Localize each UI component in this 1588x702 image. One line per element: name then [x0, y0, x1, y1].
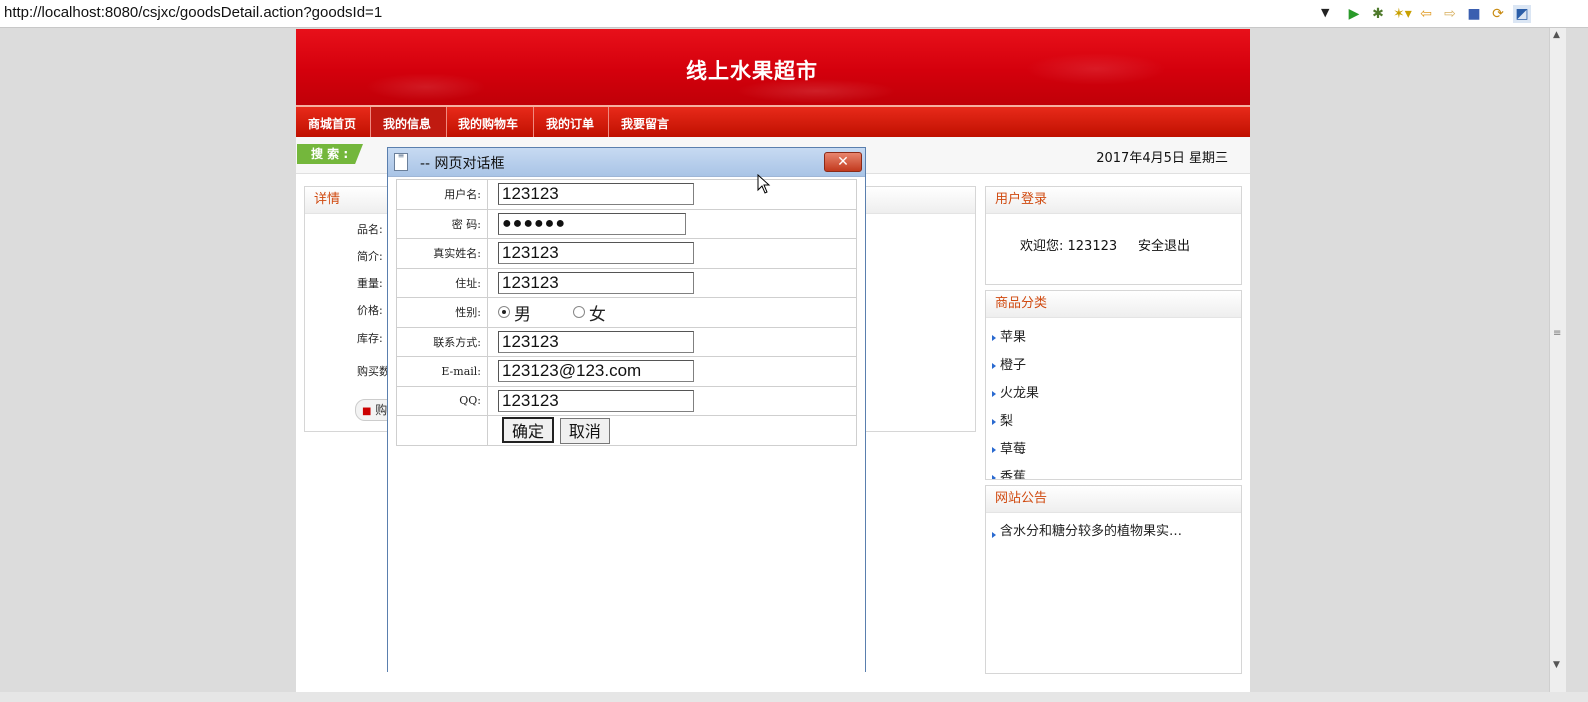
user-info-form: 用户名: 密 码: 真实姓名: 住址: 性别: 男 女: [396, 179, 857, 446]
perspective-icon[interactable]: ◩: [1513, 5, 1531, 23]
password-label: 密 码:: [396, 208, 488, 239]
url-dropdown-icon[interactable]: ▼: [1321, 6, 1329, 19]
back-icon[interactable]: ⇦: [1417, 5, 1435, 23]
sync-icon[interactable]: ⟳: [1489, 5, 1507, 23]
notice-list: 含水分和糖分较多的植物果实…: [986, 521, 1241, 543]
gender-male-radio[interactable]: [498, 306, 510, 319]
logout-link[interactable]: 安全退出: [1138, 235, 1190, 254]
buy-button-label: 购: [375, 403, 388, 417]
categories-panel: 商品分类 苹果 橙子 火龙果 梨 草莓 香蕉: [985, 290, 1242, 480]
gender-male-label: 男: [514, 304, 531, 325]
category-item[interactable]: 橙子: [986, 352, 1241, 380]
site-banner: 线上水果超市: [296, 29, 1250, 105]
realname-label: 真实姓名:: [396, 238, 488, 269]
qq-label: QQ:: [396, 385, 488, 416]
email-label: E-mail:: [396, 356, 488, 387]
qq-input[interactable]: [498, 389, 694, 412]
buttons-label-cell: [396, 415, 488, 446]
site-title: 线上水果超市: [686, 59, 818, 83]
category-item[interactable]: 梨: [986, 408, 1241, 436]
nav-my-cart[interactable]: 我的购物车: [458, 115, 518, 132]
run-icon[interactable]: ▶: [1345, 5, 1363, 23]
address-bar[interactable]: http://localhost:8080/csjxc/goodsDetail.…: [0, 0, 1588, 28]
detail-label-name: 品名:: [357, 223, 383, 236]
welcome-text: 欢迎您: 123123: [1020, 239, 1118, 254]
scroll-down-icon[interactable]: ▼: [1553, 660, 1560, 670]
nav-my-orders[interactable]: 我的订单: [546, 115, 594, 132]
forward-icon[interactable]: ⇨: [1441, 5, 1459, 23]
document-icon: ≡: [394, 152, 408, 171]
dialog-title: -- 网页对话框: [420, 156, 505, 172]
close-button[interactable]: ✕: [824, 152, 862, 172]
scroll-thumb[interactable]: ≡: [1553, 328, 1561, 339]
login-heading: 用户登录: [986, 187, 1241, 214]
phone-label: 联系方式:: [396, 326, 488, 357]
categories-heading: 商品分类: [986, 291, 1241, 318]
notice-panel: 网站公告 含水分和糖分较多的植物果实…: [985, 485, 1242, 674]
detail-label-price: 价格:: [357, 304, 383, 317]
current-date: 2017年4月5日 星期三: [1096, 151, 1228, 166]
status-strip: [0, 692, 1588, 702]
category-list: 苹果 橙子 火龙果 梨 草莓 香蕉: [986, 318, 1241, 479]
username-label: 用户名:: [396, 179, 488, 210]
category-item[interactable]: 草莓: [986, 436, 1241, 464]
category-item[interactable]: 火龙果: [986, 380, 1241, 408]
gender-female-label: 女: [588, 304, 606, 325]
email-input[interactable]: [498, 360, 694, 383]
search-label: 搜 索 :: [297, 144, 363, 164]
detail-label-stock: 库存:: [357, 332, 383, 345]
external-tools-icon[interactable]: ✶▾: [1393, 5, 1412, 23]
notice-item[interactable]: 含水分和糖分较多的植物果实…: [986, 521, 1241, 543]
phone-input[interactable]: [498, 330, 694, 353]
username-input[interactable]: [498, 183, 694, 206]
browser-toolbar: ▶ ✱ ✶▾ ⇦ ⇨ ■ ⟳ ◩: [1345, 4, 1531, 24]
category-item[interactable]: 苹果: [986, 324, 1241, 352]
vertical-scrollbar[interactable]: ▲ ≡ ▼: [1549, 28, 1566, 694]
confirm-button[interactable]: 确定: [502, 416, 555, 443]
cart-icon: ■: [362, 406, 372, 417]
nav-message[interactable]: 我要留言: [621, 115, 669, 132]
address-label: 住址:: [396, 267, 488, 298]
scroll-up-icon[interactable]: ▲: [1553, 30, 1560, 40]
url-text[interactable]: http://localhost:8080/csjxc/goodsDetail.…: [4, 4, 382, 21]
detail-label-intro: 简介:: [357, 250, 383, 263]
debug-icon[interactable]: ✱: [1369, 5, 1387, 23]
nav-my-info[interactable]: 我的信息: [383, 115, 431, 132]
stop-icon[interactable]: ■: [1465, 5, 1483, 23]
nav-home[interactable]: 商城首页: [308, 115, 356, 132]
mouse-cursor-icon: [757, 174, 771, 194]
dialog-body: 用户名: 密 码: 真实姓名: 住址: 性别: 男 女: [388, 176, 865, 672]
gender-female-radio[interactable]: [572, 306, 585, 319]
notice-heading: 网站公告: [986, 486, 1241, 513]
main-nav: 商城首页 我的信息 我的购物车 我的订单 我要留言: [296, 105, 1250, 137]
detail-label-quantity: 购买数: [357, 365, 390, 378]
gender-label: 性别:: [396, 297, 488, 328]
web-dialog: ≡ -- 网页对话框 ✕ 用户名: 密 码: 真实姓名: 住址: 性别:: [387, 147, 866, 672]
cancel-button[interactable]: 取消: [559, 417, 610, 444]
category-item[interactable]: 香蕉: [986, 464, 1241, 479]
address-input[interactable]: [498, 271, 694, 294]
login-panel: 用户登录 欢迎您: 123123 安全退出: [985, 186, 1242, 285]
dialog-titlebar[interactable]: ≡ -- 网页对话框 ✕: [388, 148, 865, 176]
password-input[interactable]: [498, 212, 686, 235]
detail-label-weight: 重量:: [357, 277, 383, 290]
realname-input[interactable]: [498, 242, 694, 265]
